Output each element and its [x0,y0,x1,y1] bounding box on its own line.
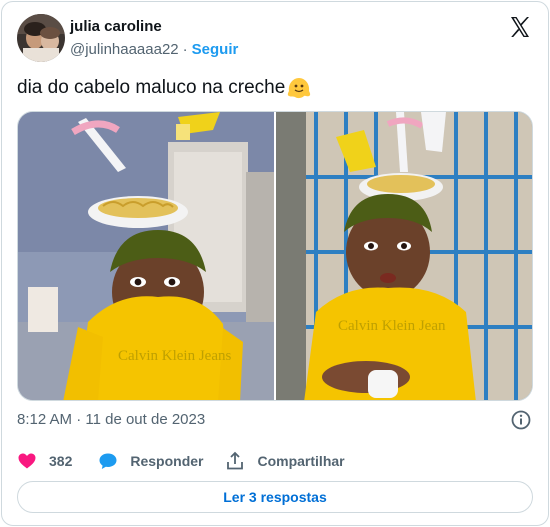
media-grid: Calvin Klein Jeans Calvin Klein Jean [17,111,533,401]
x-logo-icon[interactable] [508,15,532,39]
avatar[interactable] [17,14,65,62]
share-label: Compartilhar [257,453,345,469]
like-count: 382 [49,453,73,469]
tweet-text: dia do cabelo maluco na creche [17,77,286,98]
author-handle[interactable]: @julinhaaaaa22 [70,41,179,58]
tweet-text-row: dia do cabelo maluco na creche [17,76,312,100]
info-icon[interactable] [510,409,532,431]
share-action[interactable]: Compartilhar [225,451,345,471]
author-name[interactable]: julia caroline [70,18,162,35]
heart-icon [17,451,37,471]
shirt-print-right: Calvin Klein Jean [338,318,446,334]
tweet-timestamp[interactable]: 8:12 AM · 11 de out de 2023 [17,411,205,428]
reply-label: Responder [130,453,204,469]
read-replies-button[interactable]: Ler 3 respostas [17,481,533,513]
reply-action[interactable]: Responder [98,451,203,471]
reply-bubble-icon [98,451,118,471]
tweet-actions: 382 Responder Compartilhar [17,449,345,473]
tweet-card: julia caroline @julinhaaaaa22 · Seguir d… [1,1,549,526]
author-handle-row: @julinhaaaaa22 · Seguir [70,41,238,58]
photo-left[interactable]: Calvin Klein Jeans [18,112,274,400]
share-icon [225,451,245,471]
like-action[interactable]: 382 [17,451,72,471]
melting-face-emoji-icon [286,76,312,100]
separator-dot: · [182,41,188,58]
shirt-print-left: Calvin Klein Jeans [118,348,231,364]
follow-button[interactable]: Seguir [192,41,239,58]
read-replies-label: Ler 3 respostas [223,489,327,505]
photo-right[interactable]: Calvin Klein Jean [276,112,532,400]
